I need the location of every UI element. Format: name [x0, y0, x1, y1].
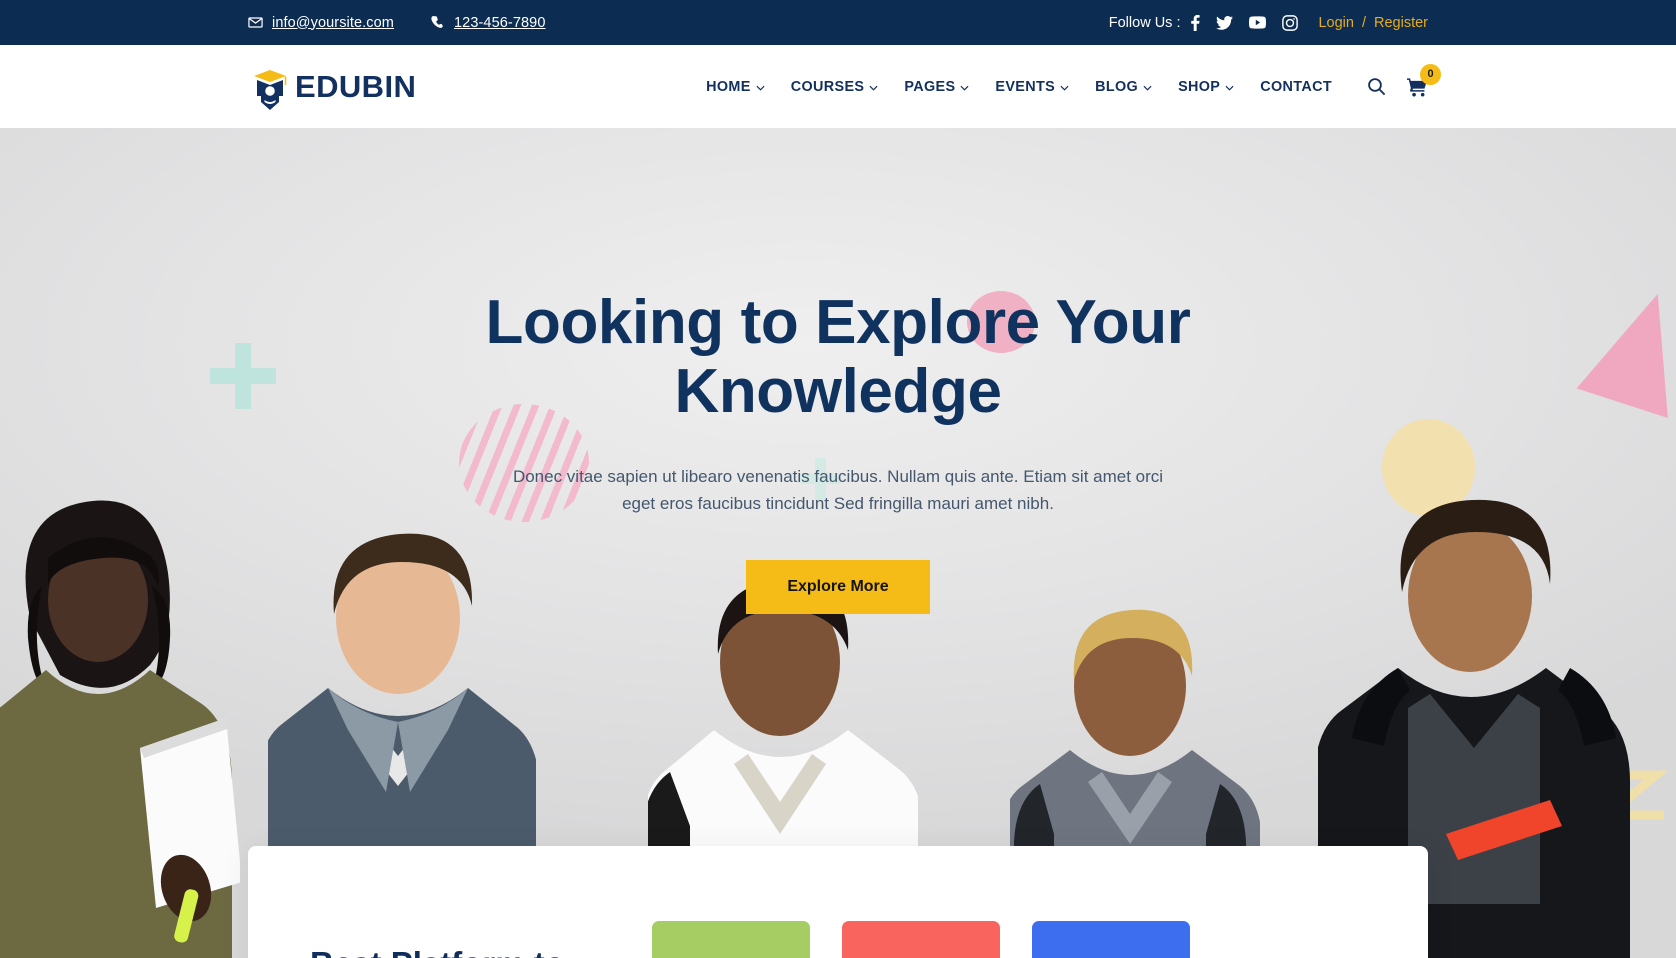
social-links — [1191, 14, 1299, 31]
nav-label: HOME — [706, 78, 751, 95]
chevron-down-icon — [1143, 79, 1152, 95]
feature-tile-idea[interactable] — [1032, 921, 1190, 958]
instagram-icon[interactable] — [1282, 14, 1299, 31]
search-icon[interactable] — [1367, 77, 1386, 96]
login-link[interactable]: Login — [1318, 15, 1353, 31]
twitter-icon[interactable] — [1216, 15, 1234, 31]
logo-text: EDUBIN — [295, 68, 417, 104]
chevron-down-icon — [960, 79, 969, 95]
top-bar: info@yoursite.com 123-456-7890 Follow Us… — [0, 0, 1676, 45]
hero-title: Looking to Explore Your Knowledge — [485, 288, 1191, 427]
chevron-down-icon — [1060, 79, 1069, 95]
topbar-email[interactable]: info@yoursite.com — [248, 15, 394, 31]
cart-icon[interactable]: 0 — [1407, 63, 1441, 97]
chevron-down-icon — [1225, 79, 1234, 95]
youtube-icon[interactable] — [1249, 16, 1267, 29]
nav-label: EVENTS — [995, 78, 1056, 95]
feature-card-title: Best Platform to Learn — [310, 944, 570, 958]
nav-label: CONTACT — [1260, 78, 1332, 95]
main-nav: HOME COURSES PAGES EVENTS BLOG SHOP CONT… — [693, 63, 1441, 97]
hero-subtitle: Donec vitae sapien ut libearo venenatis … — [512, 466, 1164, 514]
follow-us-label: Follow Us : — [1108, 14, 1181, 31]
chevron-down-icon — [869, 79, 878, 95]
nav-label: BLOG — [1095, 78, 1139, 95]
explore-more-button[interactable]: Explore More — [746, 560, 930, 615]
cart-count-badge: 0 — [1420, 63, 1441, 85]
site-header: EDUBIN HOME COURSES PAGES EVENTS BLOG SH… — [0, 45, 1676, 128]
nav-item-pages[interactable]: PAGES — [891, 79, 982, 95]
nav-item-contact[interactable]: CONTACT — [1247, 79, 1345, 95]
hero-content: Looking to Explore Your Knowledge Donec … — [248, 128, 1428, 615]
facebook-icon[interactable] — [1191, 14, 1201, 31]
topbar-email-text: info@yoursite.com — [272, 14, 394, 31]
nav-label: PAGES — [904, 78, 956, 95]
nav-label: COURSES — [790, 78, 865, 95]
register-link[interactable]: Register — [1374, 15, 1428, 31]
envelope-icon — [248, 15, 263, 30]
topbar-phone[interactable]: 123-456-7890 — [430, 15, 546, 31]
hero-section: Looking to Explore Your Knowledge Donec … — [0, 128, 1676, 958]
graduation-shield-logo-icon — [248, 63, 292, 111]
student-photo-1 — [0, 500, 240, 958]
nav-item-events[interactable]: EVENTS — [982, 79, 1082, 95]
nav-item-courses[interactable]: COURSES — [778, 79, 892, 95]
nav-item-blog[interactable]: BLOG — [1082, 79, 1165, 95]
feature-card-list — [652, 846, 1190, 958]
feature-tile-location[interactable] — [842, 921, 1000, 958]
phone-icon — [430, 15, 445, 30]
topbar-phone-text: 123-456-7890 — [454, 14, 546, 31]
nav-item-home[interactable]: HOME — [693, 79, 778, 95]
nav-label: SHOP — [1178, 78, 1221, 95]
chevron-down-icon — [756, 79, 765, 95]
feature-card: Best Platform to Learn — [248, 846, 1428, 958]
logo[interactable]: EDUBIN — [248, 63, 416, 111]
feature-tile-graduation[interactable] — [652, 921, 810, 958]
nav-item-shop[interactable]: SHOP — [1165, 79, 1247, 95]
auth-separator: / — [1361, 14, 1366, 31]
